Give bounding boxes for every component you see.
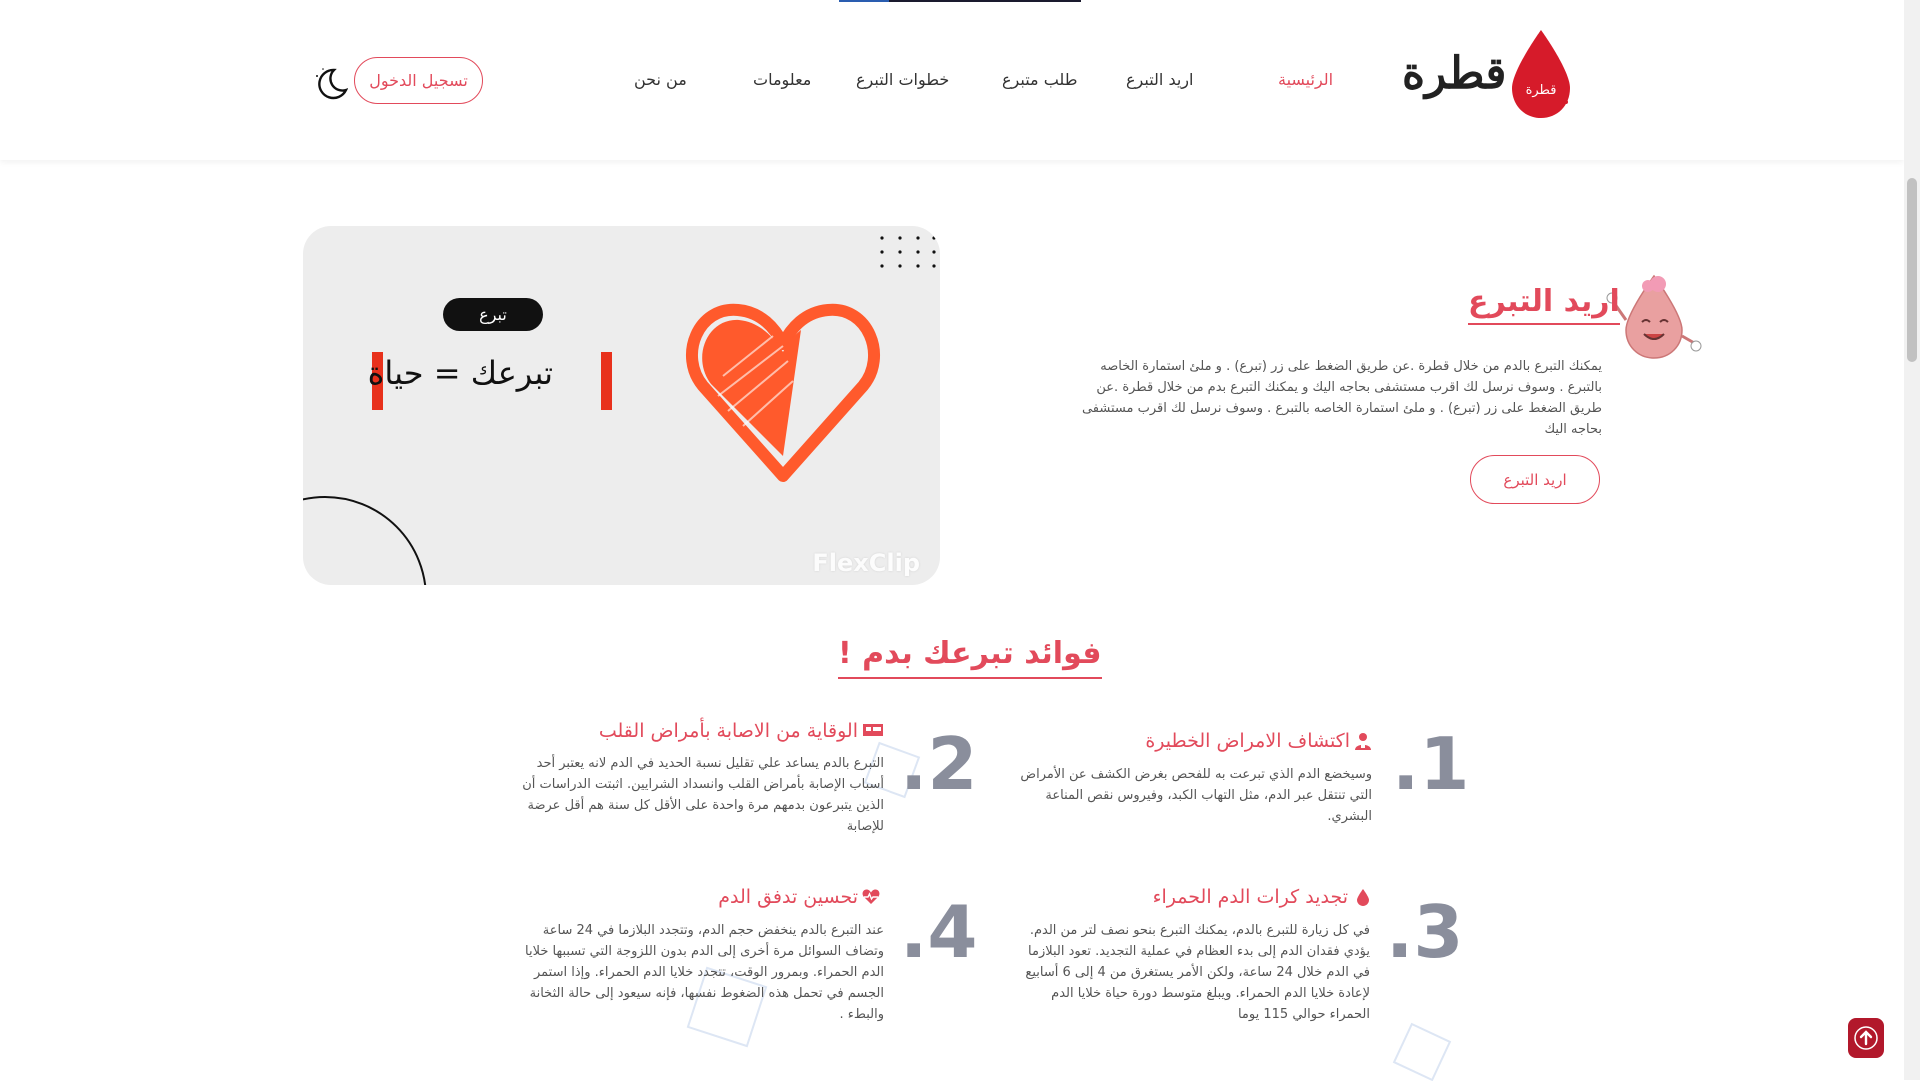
video-slogan: تبرعك = حياة bbox=[367, 354, 553, 392]
donate-tag: تبرع bbox=[443, 298, 543, 331]
benefit-number: .3 bbox=[1386, 890, 1464, 974]
donate-section-text: يمكنك التبرع بالدم من خلال قطرة .عن طريق… bbox=[1081, 359, 1602, 437]
benefit-title: تجديد كرات الدم الحمراء bbox=[1152, 886, 1348, 908]
benefit-text: في كل زيارة للتبرع بالدم، يمكنك التبرع ب… bbox=[1025, 923, 1370, 1022]
page-scrollbar[interactable] bbox=[1904, 0, 1920, 1080]
nav-home[interactable]: الرئيسية bbox=[1278, 70, 1333, 89]
benefits-title: فوائد تبرعك بدم ! bbox=[838, 636, 1102, 679]
flexclip-watermark: FlexClip bbox=[812, 549, 920, 577]
benefit-text: وسيخضع الدم الذي تبرعت به للفحص بغرض الك… bbox=[1020, 767, 1372, 824]
nav-about[interactable]: من نحن bbox=[634, 70, 687, 89]
login-button[interactable]: تسجيل الدخول bbox=[354, 57, 483, 104]
back-to-top-button[interactable] bbox=[1848, 1018, 1884, 1058]
promo-video[interactable]: تبرع تبرعك = حياة FlexClip bbox=[303, 226, 940, 585]
arrow-up-icon bbox=[1854, 1026, 1878, 1050]
heart-icon bbox=[686, 303, 880, 482]
nav-donation-steps[interactable]: خطوات التبرع bbox=[856, 70, 949, 89]
blood-drop-icon bbox=[1357, 889, 1369, 906]
site-header: قطرة قطرة الرئيسية اريد التبرع طلب متبرع… bbox=[0, 0, 1904, 160]
square-decoration bbox=[1392, 1022, 1452, 1081]
user-doctor-icon bbox=[1355, 733, 1371, 750]
scrollbar-thumb[interactable] bbox=[1907, 178, 1917, 362]
brand-name[interactable]: قطرة bbox=[1402, 48, 1506, 99]
moon-icon[interactable] bbox=[314, 64, 348, 100]
heartbeat-icon bbox=[862, 889, 880, 904]
benefit-text: التبرع بالدم يساعد علي تقليل نسبة الحديد… bbox=[522, 756, 884, 834]
logo-text: قطرة bbox=[1526, 83, 1557, 98]
benefit-number: .4 bbox=[900, 890, 978, 974]
benefit-number: .2 bbox=[900, 722, 978, 806]
arc-decoration bbox=[303, 496, 427, 585]
dots-decoration bbox=[880, 236, 936, 268]
benefit-title: الوقاية من الاصابة بأمراض القلب bbox=[598, 720, 858, 742]
donate-button[interactable]: اريد التبرع bbox=[1470, 455, 1600, 504]
hospital-bed-icon bbox=[863, 724, 883, 736]
benefit-title: اكتشاف الامراض الخطيرة bbox=[1145, 730, 1350, 752]
nav-info[interactable]: معلومات bbox=[753, 70, 811, 89]
nav-donate[interactable]: اريد التبرع bbox=[1126, 70, 1193, 89]
nav-request-donor[interactable]: طلب متبرع bbox=[1002, 70, 1077, 89]
red-bar-right bbox=[601, 352, 612, 410]
donate-section-title: اريد التبرع bbox=[1468, 284, 1620, 325]
benefit-title: تحسين تدفق الدم bbox=[718, 886, 858, 908]
top-progress-bar bbox=[839, 0, 1081, 2]
benefit-text: عند التبرع بالدم ينخفض حجم الدم، وتتجدد … bbox=[524, 923, 884, 1022]
blood-drop-logo-icon[interactable]: قطرة bbox=[1508, 28, 1574, 120]
benefit-number: .1 bbox=[1392, 722, 1470, 806]
